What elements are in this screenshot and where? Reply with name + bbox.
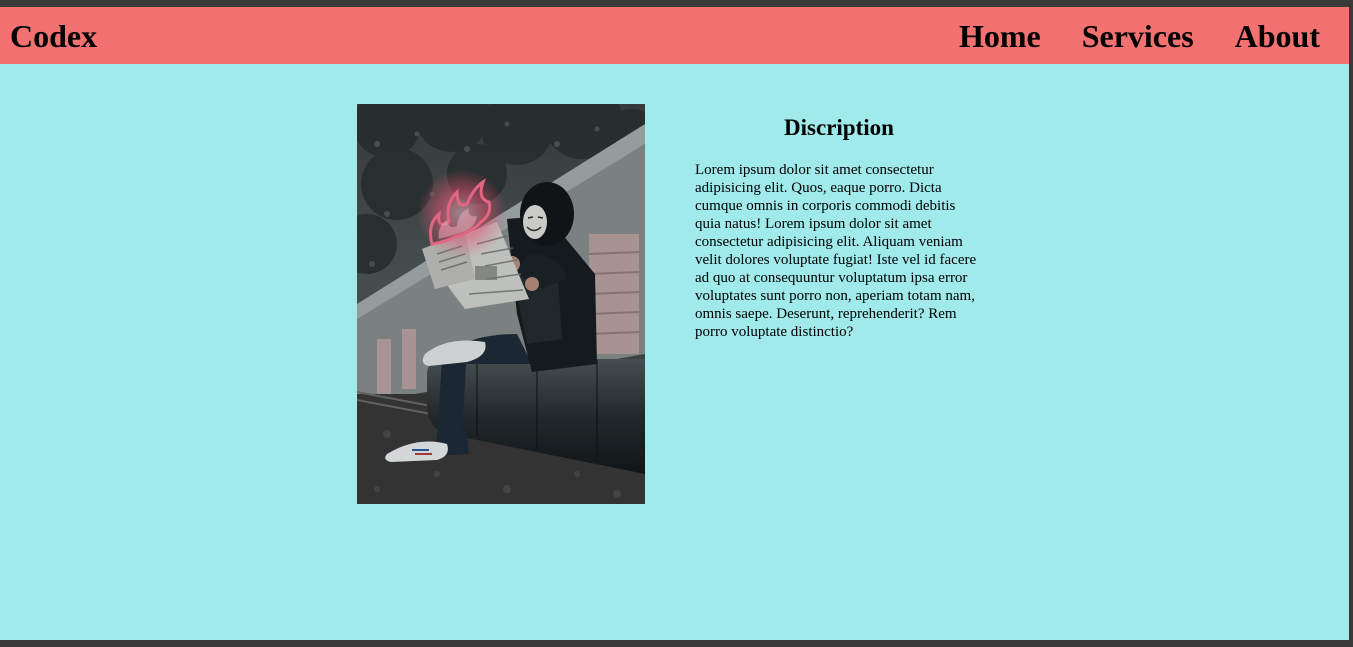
nav-item-about: About	[1235, 17, 1320, 55]
nav-links: Home Services About	[947, 17, 1349, 55]
nav-item-home: Home	[959, 17, 1041, 55]
nav-item-services: Services	[1082, 17, 1194, 55]
site-logo[interactable]: Codex	[10, 17, 97, 55]
nav-link-about[interactable]: About	[1235, 18, 1320, 54]
nav-link-services[interactable]: Services	[1082, 18, 1194, 54]
nav-link-home[interactable]: Home	[959, 18, 1041, 54]
description-title: Discription	[784, 115, 894, 140]
navbar: Codex Home Services About	[0, 7, 1349, 64]
hero-image	[357, 104, 645, 504]
description-text: Lorem ipsum dolor sit amet consectetur a…	[695, 162, 977, 340]
page-frame: Codex Home Services About Discription Lo…	[0, 7, 1349, 640]
description-box: Discription Lorem ipsum dolor sit amet c…	[695, 115, 983, 341]
